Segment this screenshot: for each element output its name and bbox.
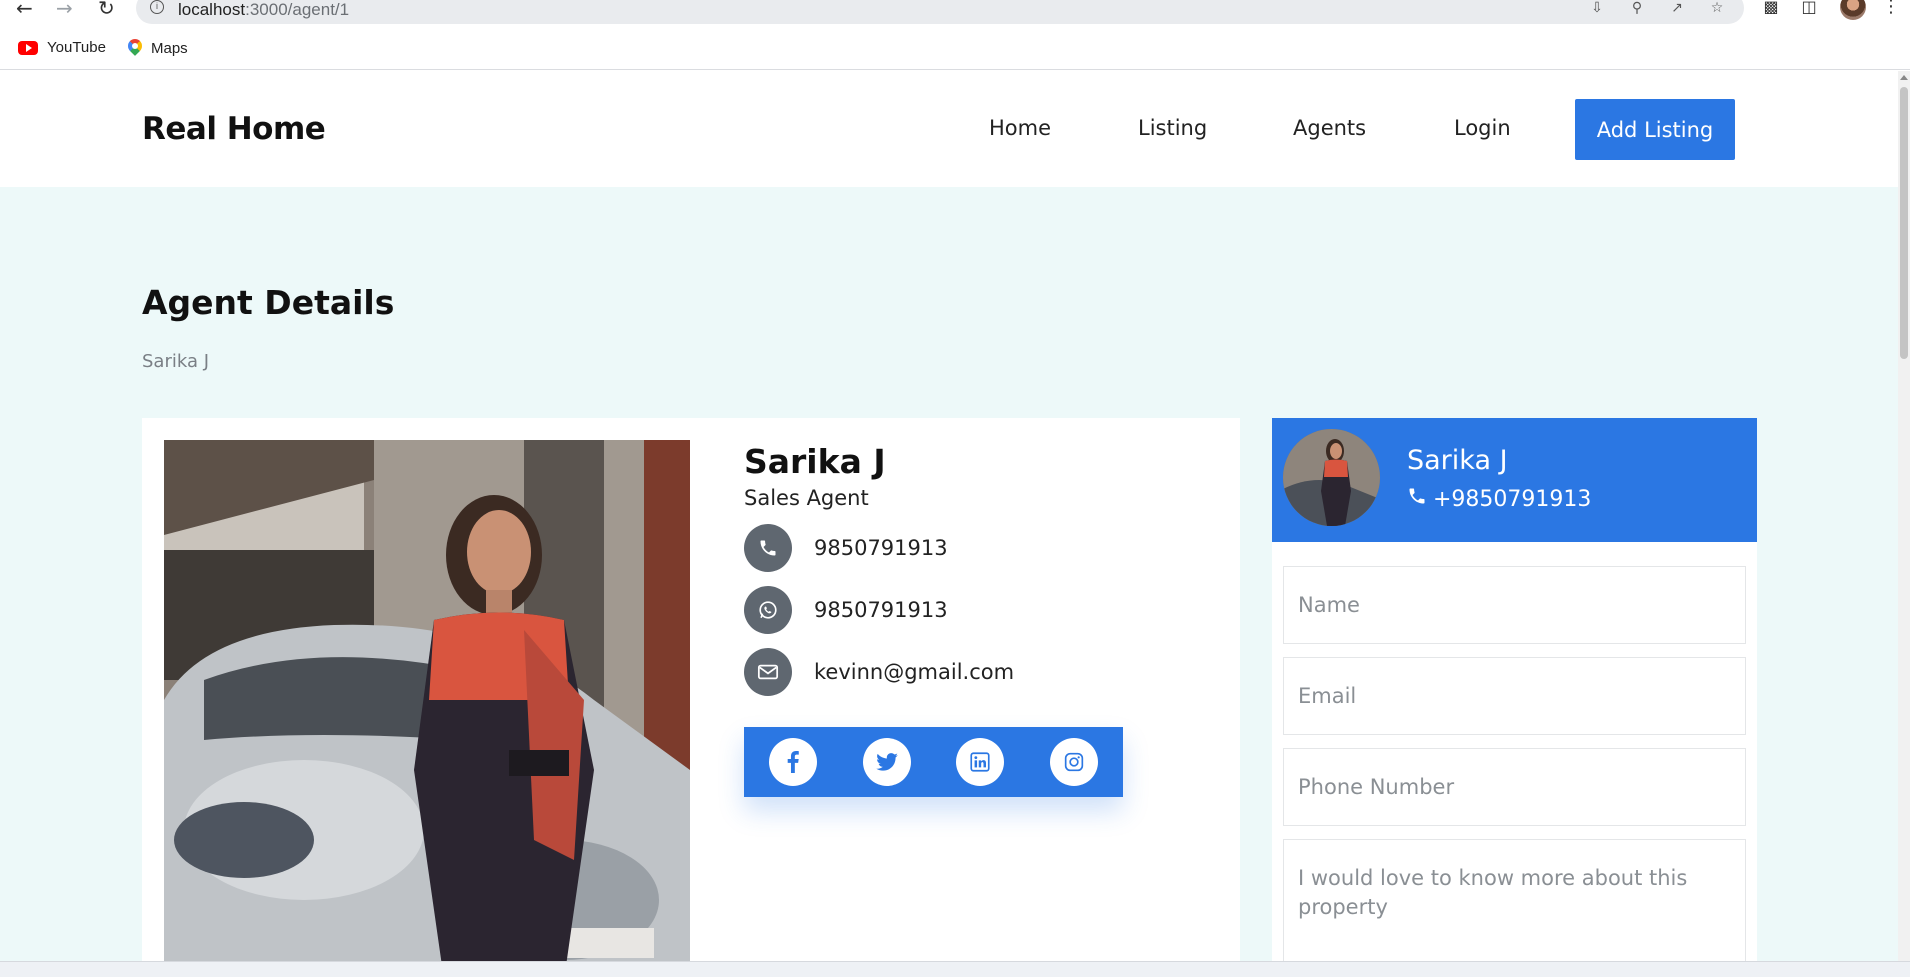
page-body: Real Home Home Listing Agents Login Add … xyxy=(0,71,1898,961)
envelope-icon xyxy=(744,648,792,696)
name-input[interactable]: Name xyxy=(1283,566,1746,644)
nav-login[interactable]: Login xyxy=(1454,116,1511,140)
os-taskbar xyxy=(0,961,1910,977)
share-icon[interactable]: ↗ xyxy=(1668,0,1686,16)
page-title: Agent Details xyxy=(142,283,395,322)
extensions-puzzle-icon[interactable]: ▩ xyxy=(1762,0,1780,17)
bookmark-label: YouTube xyxy=(47,39,106,56)
agent-whatsapp: 9850791913 xyxy=(814,598,948,622)
agent-phone: 9850791913 xyxy=(814,536,948,560)
agent-name: Sarika J xyxy=(744,442,886,481)
install-app-icon[interactable]: ⇩ xyxy=(1588,0,1606,16)
maps-icon xyxy=(128,39,142,57)
bookmark-star-icon[interactable]: ☆ xyxy=(1708,0,1726,16)
url-host: localhost xyxy=(178,0,246,19)
message-textarea[interactable]: I would love to know more about this pro… xyxy=(1283,839,1746,961)
linkedin-icon[interactable] xyxy=(956,738,1005,786)
back-arrow-icon[interactable]: ← xyxy=(16,0,33,19)
contact-panel-phone: +9850791913 xyxy=(1433,486,1592,512)
nav-home[interactable]: Home xyxy=(989,116,1051,140)
agent-email-row[interactable]: kevinn@gmail.com xyxy=(744,648,1014,696)
address-bar[interactable]: i localhost:3000/agent/1 ⇩ ⚲ ↗ ☆ xyxy=(136,0,1744,24)
youtube-icon xyxy=(18,40,38,55)
scroll-up-arrow-icon[interactable] xyxy=(1900,75,1908,80)
contact-panel-phone-row[interactable]: +9850791913 xyxy=(1407,486,1591,512)
agent-avatar xyxy=(1283,429,1380,526)
breadcrumb: Sarika J xyxy=(142,351,210,372)
scrollbar-thumb[interactable] xyxy=(1900,87,1908,359)
phone-icon xyxy=(1407,486,1427,512)
nav-agents[interactable]: Agents xyxy=(1293,116,1366,140)
address-url[interactable]: localhost:3000/agent/1 xyxy=(178,0,349,20)
url-path: :3000/agent/1 xyxy=(245,0,350,19)
agent-card: Sarika J Sales Agent 9850791913 98507919… xyxy=(142,418,1240,961)
agent-role: Sales Agent xyxy=(744,486,869,510)
contact-panel-header: Sarika J +9850791913 xyxy=(1272,418,1757,542)
instagram-icon[interactable] xyxy=(1050,738,1099,786)
browser-menu-icon[interactable]: ⋮ xyxy=(1882,0,1900,17)
nav-listing[interactable]: Listing xyxy=(1138,116,1207,140)
twitter-icon[interactable] xyxy=(862,738,911,786)
contact-panel-name: Sarika J xyxy=(1407,445,1508,476)
agent-email: kevinn@gmail.com xyxy=(814,660,1015,684)
reload-icon[interactable]: ↻ xyxy=(98,0,115,19)
site-info-icon[interactable]: i xyxy=(150,0,164,14)
add-listing-button[interactable]: Add Listing xyxy=(1575,99,1735,160)
phone-icon xyxy=(744,524,792,572)
side-panel-icon[interactable]: ◫ xyxy=(1800,0,1818,17)
bookmark-label: Maps xyxy=(151,39,188,57)
agent-phone-row[interactable]: 9850791913 xyxy=(744,524,948,572)
browser-profile-avatar[interactable] xyxy=(1840,0,1866,20)
bookmark-maps[interactable]: Maps xyxy=(128,39,188,57)
forward-arrow-icon[interactable]: → xyxy=(56,0,73,19)
contact-agent-panel: Sarika J +9850791913 Name Email Phone Nu… xyxy=(1272,418,1757,961)
agent-photo xyxy=(164,440,690,961)
page-scrollbar[interactable] xyxy=(1898,71,1910,961)
phone-number-input[interactable]: Phone Number xyxy=(1283,748,1746,826)
social-links xyxy=(744,727,1123,797)
bookmarks-bar: YouTube Maps xyxy=(0,30,1910,70)
whatsapp-icon xyxy=(744,586,792,634)
site-header: Real Home Home Listing Agents Login Add … xyxy=(0,71,1898,187)
bookmark-youtube[interactable]: YouTube xyxy=(18,39,106,56)
zoom-icon[interactable]: ⚲ xyxy=(1628,0,1646,16)
facebook-icon[interactable] xyxy=(768,738,817,786)
email-input[interactable]: Email xyxy=(1283,657,1746,735)
brand-logo[interactable]: Real Home xyxy=(142,111,326,147)
browser-toolbar: ← → ↻ i localhost:3000/agent/1 ⇩ ⚲ ↗ ☆ ▩… xyxy=(0,0,1910,30)
agent-whatsapp-row[interactable]: 9850791913 xyxy=(744,586,948,634)
